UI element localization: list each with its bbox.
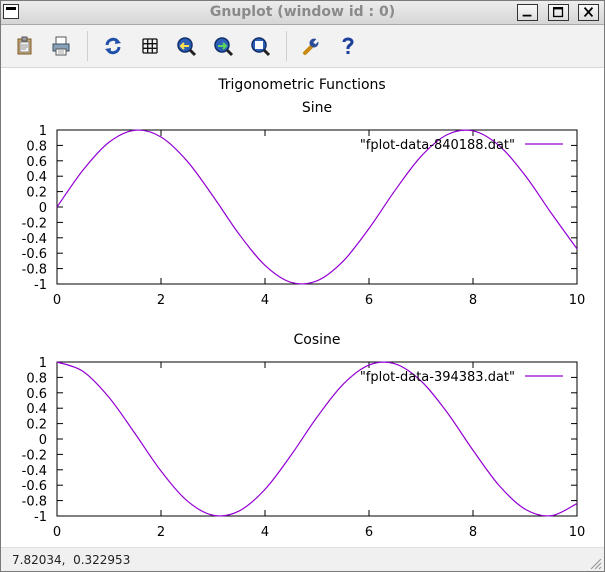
legend-label: "fplot-data-840188.dat" [360, 138, 515, 153]
y-tick-label: 0.2 [26, 186, 47, 201]
grid-icon [142, 38, 158, 54]
gnuplot-window: Gnuplot (window id : 0) Trigonometric Fu… [0, 0, 605, 572]
x-tick-label: 0 [53, 525, 61, 540]
settings-button[interactable] [300, 35, 322, 57]
toolbar [1, 25, 604, 68]
status-bar: 7.82034, 0.322953 [1, 547, 604, 571]
y-tick-label: 0 [39, 201, 47, 216]
plot-canvas[interactable]: Trigonometric Functions Sine10.80.60.40.… [1, 68, 604, 547]
x-tick-label: 2 [157, 525, 165, 540]
y-tick-label: 0.6 [26, 387, 47, 402]
window-title: Gnuplot (window id : 0) [209, 4, 396, 20]
minimize-icon [522, 14, 532, 17]
toolbar-separator [87, 31, 88, 61]
close-button[interactable] [578, 4, 599, 21]
zoom-autoscale-icon [251, 37, 271, 57]
y-tick-label: -0.8 [22, 495, 47, 510]
x-tick-label: 6 [365, 293, 373, 308]
toggle-grid-button[interactable] [139, 35, 161, 57]
x-tick-label: 4 [261, 293, 269, 308]
print-button[interactable] [50, 35, 72, 57]
series-line [56, 361, 578, 517]
plot-border [56, 361, 578, 517]
printer-icon [52, 36, 70, 56]
y-tick-label: -0.6 [22, 479, 47, 494]
x-tick-label: 2 [157, 293, 165, 308]
x-tick-label: 4 [261, 525, 269, 540]
y-tick-label: 0.6 [26, 155, 47, 170]
close-icon [583, 7, 594, 18]
y-tick-label: -1 [34, 510, 47, 525]
y-tick-label: -0.4 [22, 232, 47, 247]
zoom-next-icon [214, 37, 234, 57]
wrench-icon [303, 38, 319, 55]
y-tick-label: -0.8 [22, 263, 47, 278]
y-tick-label: 0.4 [26, 170, 47, 185]
cursor-coordinates: 7.82034, 0.322953 [12, 553, 131, 567]
minimize-button[interactable] [517, 4, 538, 21]
toolbar-separator [286, 31, 287, 61]
y-tick-label: -0.2 [22, 448, 47, 463]
figure-title: Trigonometric Functions [217, 77, 385, 93]
y-tick-label: 0.4 [26, 402, 47, 417]
series-line [56, 129, 578, 285]
chart-title: Cosine [293, 332, 340, 348]
x-tick-label: 6 [365, 525, 373, 540]
replot-button[interactable] [102, 35, 124, 57]
title-bar[interactable]: Gnuplot (window id : 0) [1, 1, 604, 25]
plot-border [56, 129, 578, 285]
zoom-previous-icon [177, 37, 197, 57]
question-icon [342, 37, 354, 54]
y-tick-label: -0.6 [22, 247, 47, 262]
y-tick-label: 1 [39, 356, 47, 371]
x-tick-label: 10 [569, 525, 586, 540]
x-tick-label: 0 [53, 293, 61, 308]
y-tick-label: -0.2 [22, 216, 47, 231]
y-tick-label: 0 [39, 433, 47, 448]
copy-to-clipboard-button[interactable] [14, 35, 36, 57]
autoscale-button[interactable] [249, 35, 271, 57]
x-tick-label: 8 [469, 525, 477, 540]
help-button[interactable] [337, 35, 359, 57]
y-tick-label: -1 [34, 278, 47, 293]
x-tick-label: 8 [469, 293, 477, 308]
legend-label: "fplot-data-394383.dat" [360, 370, 515, 385]
previous-zoom-button[interactable] [175, 35, 197, 57]
x-tick-label: 10 [569, 293, 586, 308]
clipboard-icon [17, 36, 32, 55]
plot-area[interactable]: Trigonometric Functions Sine 1 0.8 0.6 0.4 0.… [1, 68, 604, 547]
resize-grip-icon[interactable] [588, 556, 602, 570]
chart-title: Sine [302, 100, 332, 116]
y-tick-label: 1 [39, 124, 47, 139]
maximize-button[interactable] [548, 4, 569, 21]
refresh-icon [105, 37, 121, 55]
y-tick-label: 0.2 [26, 418, 47, 433]
maximize-icon [552, 6, 564, 18]
y-tick-label: -0.4 [22, 464, 47, 479]
next-zoom-button[interactable] [212, 35, 234, 57]
y-tick-label: 0.8 [26, 371, 47, 386]
y-tick-label: 0.8 [26, 139, 47, 154]
